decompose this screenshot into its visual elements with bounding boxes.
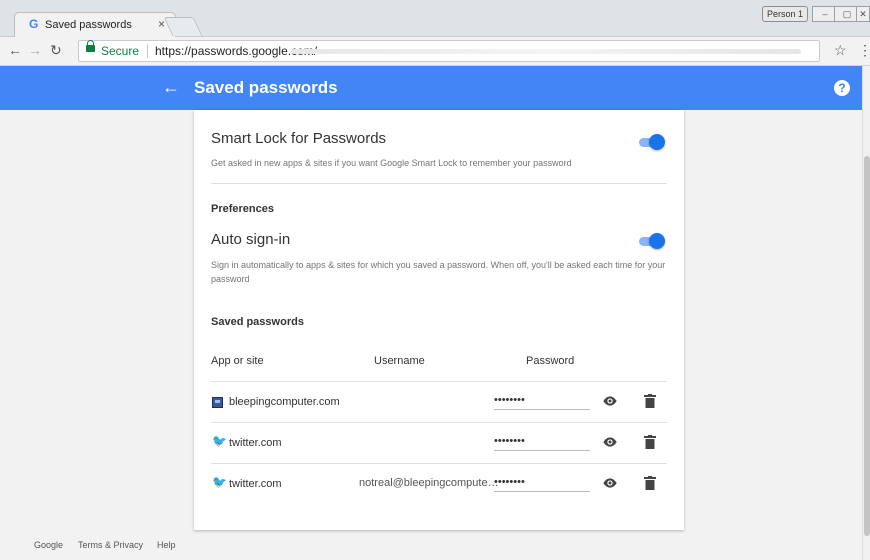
delete-trash-icon[interactable] <box>644 394 656 408</box>
app-bar: ← Saved passwords ? <box>0 66 862 110</box>
column-header-password: Password <box>526 355 575 367</box>
site-name[interactable]: bleepingcomputer.com <box>229 396 340 408</box>
saved-passwords-heading: Saved passwords <box>211 316 304 328</box>
table-row: bleepingcomputer.com •••••••• <box>211 382 667 422</box>
divider <box>211 183 667 184</box>
scrollbar[interactable] <box>862 66 870 560</box>
back-arrow-icon[interactable]: ← <box>8 42 22 58</box>
footer-terms-link[interactable]: Terms & Privacy <box>78 540 143 550</box>
footer-google-link[interactable]: Google <box>34 540 63 550</box>
browser-titlebar: G Saved passwords × Person 1 – ▢ ✕ <box>0 0 870 37</box>
omnibox-divider <box>147 44 148 58</box>
bleepingcomputer-icon <box>212 397 223 408</box>
smart-lock-description: Get asked in new apps & sites if you wan… <box>211 158 572 168</box>
secure-label: Secure <box>101 44 140 58</box>
bookmark-star-icon[interactable]: ☆ <box>834 42 847 59</box>
smart-lock-title: Smart Lock for Passwords <box>211 130 387 147</box>
google-favicon-icon: G <box>29 17 39 31</box>
password-field[interactable]: •••••••• <box>494 476 590 492</box>
site-name[interactable]: twitter.com <box>229 437 282 449</box>
browser-tab[interactable]: G Saved passwords × <box>14 12 176 37</box>
settings-card: Smart Lock for Passwords Get asked in ne… <box>194 110 684 530</box>
scrollbar-thumb[interactable] <box>864 156 870 536</box>
delete-trash-icon[interactable] <box>644 476 656 490</box>
auto-signin-toggle[interactable] <box>637 233 665 249</box>
show-password-eye-icon[interactable] <box>602 477 618 489</box>
auto-signin-title: Auto sign-in <box>211 231 291 248</box>
password-field[interactable]: •••••••• <box>494 435 590 451</box>
column-header-site: App or site <box>211 355 264 367</box>
delete-trash-icon[interactable] <box>644 435 656 449</box>
auto-signin-description: Sign in automatically to apps & sites fo… <box>211 260 666 284</box>
address-bar[interactable]: Secure https://passwords.google.com/ <box>78 40 820 62</box>
twitter-icon: 🐦 <box>212 434 227 448</box>
smart-lock-toggle[interactable] <box>637 134 665 150</box>
twitter-icon: 🐦 <box>212 475 227 489</box>
browser-toolbar: ← → ↻ Secure https://passwords.google.co… <box>0 37 870 66</box>
password-field[interactable]: •••••••• <box>494 394 590 410</box>
help-icon[interactable]: ? <box>834 80 850 96</box>
profile-badge[interactable]: Person 1 <box>762 6 808 22</box>
username: notreal@bleepingcomputer.com <box>359 477 501 489</box>
lock-icon <box>86 40 95 52</box>
show-password-eye-icon[interactable] <box>602 436 618 448</box>
tab-title: Saved passwords <box>45 19 132 31</box>
preferences-heading: Preferences <box>211 203 274 215</box>
table-row: 🐦 twitter.com •••••••• <box>211 423 667 463</box>
site-name[interactable]: twitter.com <box>229 478 282 490</box>
browser-menu-icon[interactable]: ⋮ <box>858 42 870 59</box>
url-redacted <box>291 49 801 54</box>
show-password-eye-icon[interactable] <box>602 395 618 407</box>
forward-arrow-icon[interactable]: → <box>28 42 42 58</box>
back-icon[interactable]: ← <box>162 77 180 98</box>
reload-icon[interactable]: ↻ <box>50 42 62 59</box>
page-title: Saved passwords <box>194 78 338 97</box>
column-header-username: Username <box>374 355 425 367</box>
footer-help-link[interactable]: Help <box>157 540 176 550</box>
table-row: 🐦 twitter.com notreal@bleepingcomputer.c… <box>211 464 667 504</box>
close-window-icon[interactable]: ✕ <box>856 6 870 22</box>
